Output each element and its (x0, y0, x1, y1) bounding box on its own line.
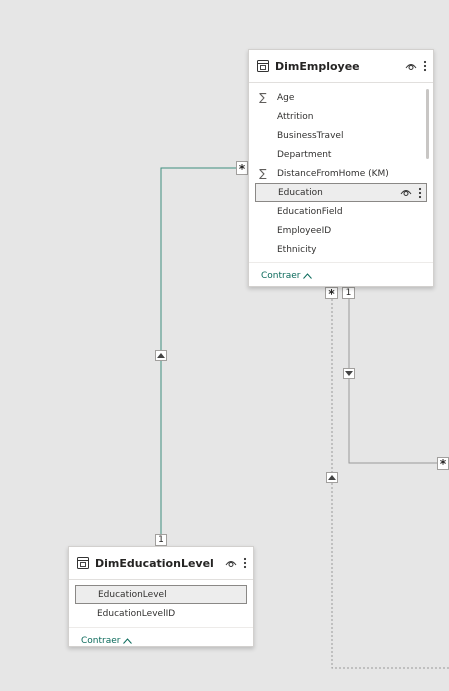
sum-icon: ∑ (259, 167, 267, 180)
field-label: BusinessTravel (277, 130, 344, 141)
more-options-icon[interactable] (418, 187, 422, 199)
arrow-down-icon (345, 371, 353, 376)
collapse-button[interactable]: Contraer (249, 262, 433, 289)
table-icon (77, 557, 89, 569)
filter-direction-arrow[interactable] (326, 472, 338, 483)
table-title: DimEducationLevel (95, 556, 214, 570)
field-label: Department (277, 149, 332, 160)
arrow-up-icon (328, 475, 336, 480)
table-card-dimemployee[interactable]: DimEmployee ∑ Age Attrition BusinessTrav… (248, 49, 434, 287)
field-label: DistanceFromHome (KM) (277, 168, 389, 179)
field-label: Attrition (277, 111, 314, 122)
collapse-button[interactable]: Contraer (69, 627, 253, 654)
table-card-dimeducationlevel[interactable]: DimEducationLevel EducationLevel Educati… (68, 546, 254, 647)
field-row-educationfield[interactable]: EducationField (255, 202, 427, 221)
table-header[interactable]: DimEducationLevel (69, 547, 253, 580)
field-row-educationlevelid[interactable]: EducationLevelID (75, 604, 247, 623)
field-row-employeeid[interactable]: EmployeeID (255, 221, 427, 240)
cardinality-many-badge: * (437, 457, 449, 471)
field-row-attrition[interactable]: Attrition (255, 107, 427, 126)
field-label: EducationLevelID (97, 608, 176, 619)
cardinality-one-badge: 1 (155, 534, 167, 546)
field-label: Age (277, 92, 295, 103)
table-icon (257, 60, 269, 72)
collapse-label: Contraer (261, 271, 301, 281)
sum-icon: ∑ (259, 91, 267, 104)
field-row-distancefromhome[interactable]: ∑ DistanceFromHome (KM) (255, 164, 427, 183)
field-row-educationlevel[interactable]: EducationLevel (75, 585, 247, 604)
field-label: Education (278, 187, 323, 198)
field-label: EducationField (277, 206, 343, 217)
field-list: EducationLevel EducationLevelID (69, 580, 253, 627)
collapse-label: Contraer (81, 636, 121, 646)
filter-direction-arrow[interactable] (343, 368, 355, 379)
field-row-department[interactable]: Department (255, 145, 427, 164)
field-list-scrollbar[interactable] (426, 89, 429, 159)
field-row-age[interactable]: ∑ Age (255, 88, 427, 107)
chevron-up-icon (123, 638, 133, 644)
field-row-businesstravel[interactable]: BusinessTravel (255, 126, 427, 145)
eye-icon[interactable] (225, 559, 237, 568)
field-row-education[interactable]: Education (255, 183, 427, 202)
field-list: ∑ Age Attrition BusinessTravel Departmen… (249, 83, 433, 262)
field-label: EducationLevel (98, 589, 167, 600)
more-options-icon[interactable] (423, 60, 427, 72)
cardinality-many-badge: * (236, 161, 248, 176)
arrow-up-icon (157, 353, 165, 358)
field-row-ethnicity[interactable]: Ethnicity (255, 240, 427, 259)
chevron-up-icon (303, 273, 313, 279)
eye-icon[interactable] (405, 62, 417, 71)
eye-icon[interactable] (400, 188, 412, 197)
field-label: Ethnicity (277, 244, 317, 255)
filter-direction-arrow[interactable] (155, 350, 167, 361)
relationship-line-right-solid[interactable] (348, 299, 440, 464)
more-options-icon[interactable] (243, 557, 247, 569)
field-row-actions (400, 187, 422, 199)
field-label: EmployeeID (277, 225, 332, 236)
relationship-line-inactive[interactable] (331, 299, 449, 669)
relationship-line-education[interactable] (160, 167, 242, 540)
table-header[interactable]: DimEmployee (249, 50, 433, 83)
table-title: DimEmployee (275, 59, 360, 73)
